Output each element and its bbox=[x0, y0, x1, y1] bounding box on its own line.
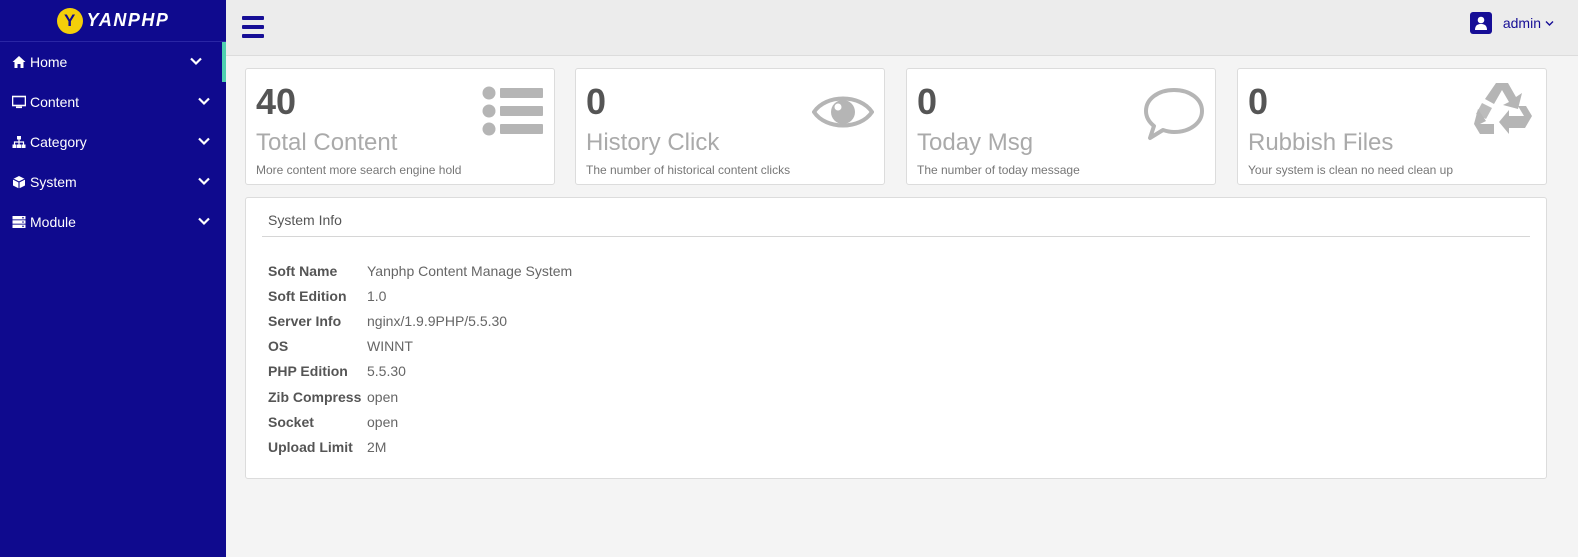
eye-icon bbox=[812, 96, 874, 128]
stat-label: Rubbish Files bbox=[1248, 129, 1394, 156]
sidebar-item-home[interactable]: Home bbox=[0, 42, 226, 82]
cube-icon bbox=[12, 175, 26, 189]
info-row: OS WINNT bbox=[268, 334, 572, 359]
stat-number: 0 bbox=[917, 81, 938, 122]
info-key: Zib Compress bbox=[268, 388, 362, 405]
stat-number: 0 bbox=[1248, 81, 1269, 122]
info-key: PHP Edition bbox=[268, 363, 348, 380]
logo[interactable]: Y YANPHP bbox=[0, 0, 226, 42]
stat-label: Today Msg bbox=[917, 129, 1034, 156]
sitemap-icon bbox=[12, 135, 26, 149]
system-info-table: Soft Name Yanphp Content Manage System S… bbox=[268, 258, 572, 460]
chevron-down-icon bbox=[198, 137, 210, 146]
info-row: Server Info nginx/1.9.9PHP/5.5.30 bbox=[268, 308, 572, 333]
system-info-panel: System Info Soft Name Yanphp Content Man… bbox=[245, 197, 1547, 479]
stat-number: 40 bbox=[256, 81, 297, 122]
list-icon bbox=[482, 86, 543, 136]
sidebar-item-label: Category bbox=[30, 134, 87, 150]
info-key: Socket bbox=[268, 413, 314, 430]
sidebar-item-system[interactable]: System bbox=[0, 162, 226, 202]
info-row: Soft Edition 1.0 bbox=[268, 283, 572, 308]
user-menu[interactable]: admin bbox=[1469, 12, 1554, 34]
info-row: Socket open bbox=[268, 409, 572, 434]
sidebar-item-label: Content bbox=[30, 94, 80, 110]
info-key: Upload Limit bbox=[268, 438, 353, 455]
stat-label: History Click bbox=[586, 129, 720, 156]
sidebar-item-label: Module bbox=[30, 214, 76, 230]
logo-mark: Y bbox=[56, 7, 83, 34]
info-value: open bbox=[367, 413, 399, 430]
info-row: Zib Compress open bbox=[268, 384, 572, 409]
stat-description: Your system is clean no need clean up bbox=[1248, 163, 1454, 177]
info-value: Yanphp Content Manage System bbox=[367, 262, 573, 279]
chevron-down-icon bbox=[198, 217, 210, 226]
server-icon bbox=[12, 215, 26, 229]
stat-label: Total Content bbox=[256, 129, 398, 156]
stat-card-total-content[interactable]: 40 Total Content More content more searc… bbox=[245, 68, 555, 185]
info-key: Soft Name bbox=[268, 262, 338, 279]
chevron-down-icon bbox=[198, 177, 210, 186]
comment-icon bbox=[1144, 88, 1204, 140]
info-row: Upload Limit 2M bbox=[268, 434, 572, 459]
chevron-down-icon bbox=[198, 97, 210, 106]
sidebar-item-category[interactable]: Category bbox=[0, 122, 226, 162]
user-avatar-icon bbox=[1469, 12, 1492, 34]
info-value: 1.0 bbox=[367, 287, 387, 304]
sidebar-item-module[interactable]: Module bbox=[0, 202, 226, 242]
home-icon bbox=[12, 55, 26, 69]
panel-title: System Info bbox=[268, 212, 342, 228]
stat-description: The number of today message bbox=[917, 163, 1080, 177]
monitor-icon bbox=[12, 95, 26, 109]
sidebar-item-label: Home bbox=[30, 54, 68, 70]
sidebar: Y YANPHP Home Content Category System Mo… bbox=[0, 0, 226, 557]
sidebar-item-label: System bbox=[30, 174, 77, 190]
stat-card-rubbish-files[interactable]: 0 Rubbish Files Your system is clean no … bbox=[1237, 68, 1547, 185]
chevron-down-icon bbox=[1545, 20, 1554, 26]
info-value: open bbox=[367, 388, 399, 405]
info-key: Soft Edition bbox=[268, 287, 347, 304]
info-key: Server Info bbox=[268, 312, 342, 329]
menu-toggle-icon[interactable] bbox=[242, 16, 264, 38]
recycle-icon bbox=[1474, 83, 1532, 134]
info-value: 2M bbox=[367, 438, 387, 455]
user-name: admin bbox=[1502, 15, 1541, 31]
divider bbox=[262, 236, 1530, 237]
stat-number: 0 bbox=[586, 81, 607, 122]
sidebar-item-content[interactable]: Content bbox=[0, 82, 226, 122]
info-key: OS bbox=[268, 338, 289, 355]
stat-description: The number of historical content clicks bbox=[586, 163, 791, 177]
logo-text: YANPHP bbox=[86, 10, 170, 30]
info-value: 5.5.30 bbox=[367, 363, 406, 380]
chevron-down-icon bbox=[190, 57, 202, 66]
top-header: admin bbox=[226, 0, 1578, 56]
info-value: nginx/1.9.9PHP/5.5.30 bbox=[367, 312, 508, 329]
stat-description: More content more search engine hold bbox=[256, 163, 462, 177]
info-row: PHP Edition 5.5.30 bbox=[268, 359, 572, 384]
info-row: Soft Name Yanphp Content Manage System bbox=[268, 258, 572, 283]
info-value: WINNT bbox=[367, 338, 413, 355]
stat-card-today-msg[interactable]: 0 Today Msg The number of today message bbox=[906, 68, 1216, 185]
stat-card-history-click[interactable]: 0 History Click The number of historical… bbox=[575, 68, 885, 185]
